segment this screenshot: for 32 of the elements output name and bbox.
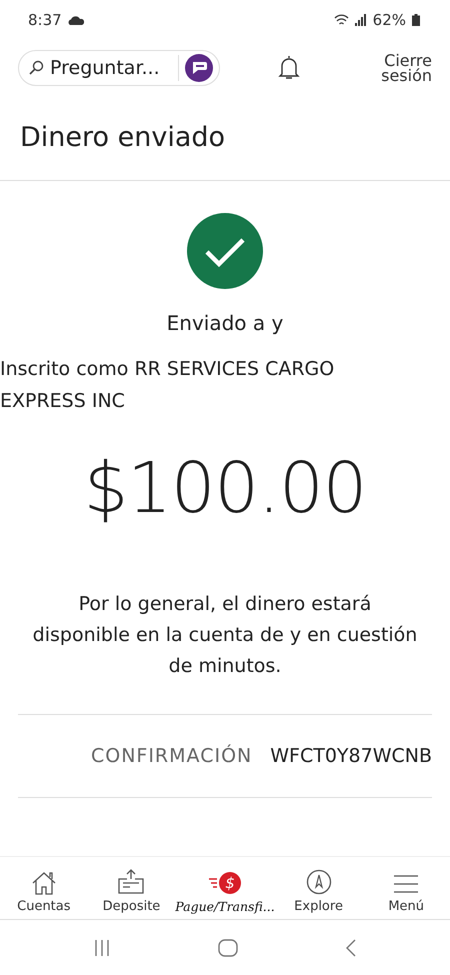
confirmation-label: CONFIRMACIÓN <box>90 745 252 767</box>
cloud-icon <box>68 16 84 24</box>
house-icon <box>30 871 57 895</box>
tab-bar-item[interactable]: Explore <box>274 857 362 919</box>
confirmation-code: WFCT0Y87WCNB <box>270 745 432 767</box>
battery-icon <box>412 14 420 26</box>
sign-out-link[interactable]: Cierre sesión <box>374 52 432 82</box>
signal-icon <box>354 14 367 26</box>
tab-bar-item[interactable]: Menú <box>362 857 450 919</box>
notification-bell-icon[interactable] <box>278 55 300 80</box>
availability-note: Por lo general, el dinero estará disponible en la cuenta de y en cuestión de minutos. <box>32 592 418 679</box>
recent-apps-icon[interactable] <box>93 938 112 956</box>
status-time: 8:37 <box>28 11 62 29</box>
menu-icon <box>392 873 420 895</box>
tab-bar-item[interactable]: $ Pague/Transfi... <box>175 857 275 919</box>
battery-percent: 62% <box>372 11 406 29</box>
search-icon <box>28 60 44 76</box>
back-icon[interactable] <box>344 938 357 958</box>
success-check-icon <box>187 213 263 289</box>
search-field[interactable]: Preguntar... <box>18 50 220 86</box>
tab-bar-item[interactable]: Deposite <box>88 857 176 919</box>
page-title: Dinero enviado <box>0 95 450 181</box>
deposit-icon <box>117 869 146 895</box>
wifi-icon <box>334 14 349 26</box>
home-button-icon[interactable] <box>218 938 238 956</box>
compass-icon <box>306 869 332 895</box>
search-input[interactable]: Preguntar... <box>50 56 172 78</box>
recipient-text: Inscrito como RR SERVICES CARGO EXPRESS INC <box>0 357 336 414</box>
tab-bar-item[interactable]: Cuentas <box>0 857 88 919</box>
amount: $100.00 <box>84 447 366 529</box>
chat-icon[interactable] <box>185 54 213 82</box>
sent-to-heading: Enviado a y <box>166 311 284 335</box>
